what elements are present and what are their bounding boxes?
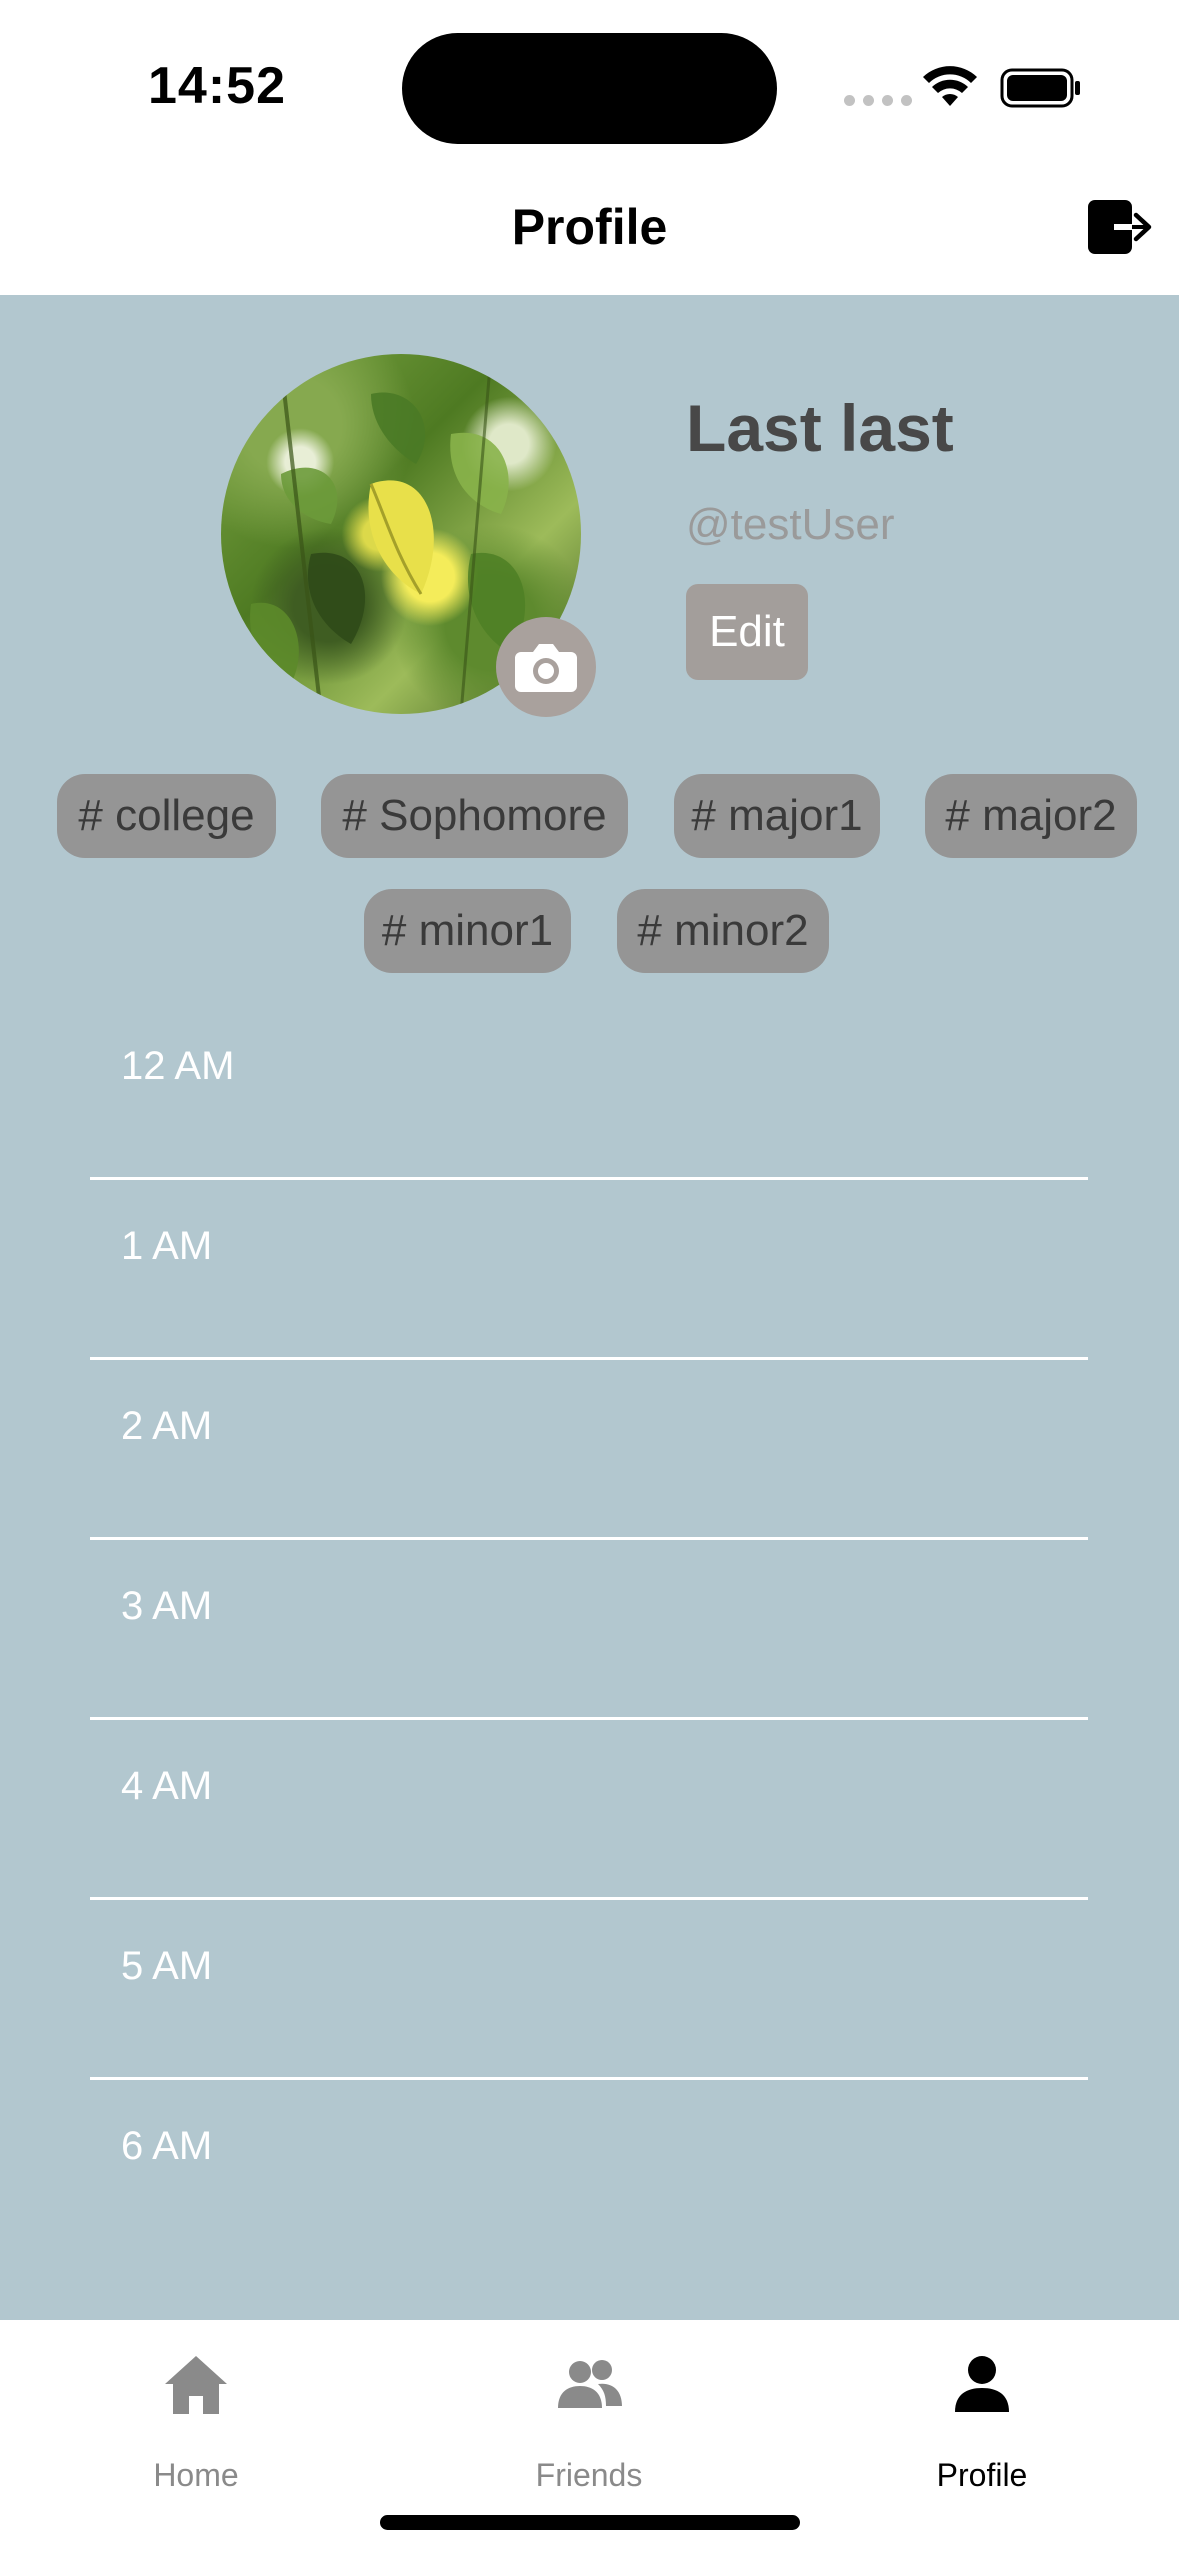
- camera-icon: [515, 644, 577, 692]
- status-bar: 14:52: [0, 0, 1179, 170]
- tab-home[interactable]: Home: [76, 2350, 316, 2500]
- status-time: 14:52: [148, 57, 286, 115]
- tag-minor1[interactable]: # minor1: [364, 889, 571, 973]
- hour-label: 5 AM: [121, 1944, 213, 1988]
- schedule-row-3am[interactable]: 3 AM: [90, 1540, 1088, 1720]
- schedule-list[interactable]: 12 AM 1 AM 2 AM 3 AM 4 AM 5 AM 6 AM: [90, 1000, 1088, 2260]
- home-icon: [165, 2356, 227, 2414]
- tab-profile-label: Profile: [936, 2457, 1028, 2493]
- schedule-row-12am[interactable]: 12 AM: [90, 1000, 1088, 1180]
- navigation-bar: Profile: [0, 170, 1179, 295]
- tab-home-label: Home: [153, 2457, 239, 2493]
- wifi-icon: [923, 66, 977, 106]
- hour-label: 4 AM: [121, 1764, 213, 1808]
- hour-label: 12 AM: [121, 1044, 235, 1088]
- tag-minor2[interactable]: # minor2: [617, 889, 829, 973]
- person-icon: [955, 2356, 1009, 2412]
- logout-icon: [1088, 200, 1152, 254]
- schedule-row-1am[interactable]: 1 AM: [90, 1180, 1088, 1360]
- battery-icon: [1000, 68, 1080, 108]
- tag-sophomore[interactable]: # Sophomore: [321, 774, 628, 858]
- avatar-container: [221, 354, 596, 717]
- hour-label: 1 AM: [121, 1224, 213, 1268]
- cellular-signal-icon: [844, 95, 912, 106]
- display-name: Last last: [686, 391, 954, 465]
- schedule-row-2am[interactable]: 2 AM: [90, 1360, 1088, 1540]
- edit-profile-button[interactable]: Edit: [686, 584, 808, 680]
- dynamic-island: [402, 33, 777, 144]
- tag-major1[interactable]: # major1: [674, 774, 880, 858]
- home-indicator: [380, 2515, 800, 2530]
- hour-label: 3 AM: [121, 1584, 213, 1628]
- change-photo-button[interactable]: [496, 617, 596, 717]
- tab-profile[interactable]: Profile: [862, 2350, 1102, 2500]
- tab-friends[interactable]: Friends: [469, 2350, 709, 2500]
- schedule-row-6am[interactable]: 6 AM: [90, 2080, 1088, 2260]
- tag-college[interactable]: # college: [57, 774, 276, 858]
- tab-friends-label: Friends: [535, 2457, 643, 2493]
- friends-icon: [558, 2360, 622, 2408]
- schedule-row-5am[interactable]: 5 AM: [90, 1900, 1088, 2080]
- hour-label: 2 AM: [121, 1404, 213, 1448]
- logout-button[interactable]: [1086, 198, 1154, 256]
- tag-major2[interactable]: # major2: [925, 774, 1137, 858]
- page-title: Profile: [511, 199, 668, 255]
- hour-label: 6 AM: [121, 2124, 213, 2168]
- profile-content[interactable]: Last last @testUser Edit # college # Sop…: [0, 295, 1179, 2320]
- username: @testUser: [686, 500, 895, 549]
- schedule-row-4am[interactable]: 4 AM: [90, 1720, 1088, 1900]
